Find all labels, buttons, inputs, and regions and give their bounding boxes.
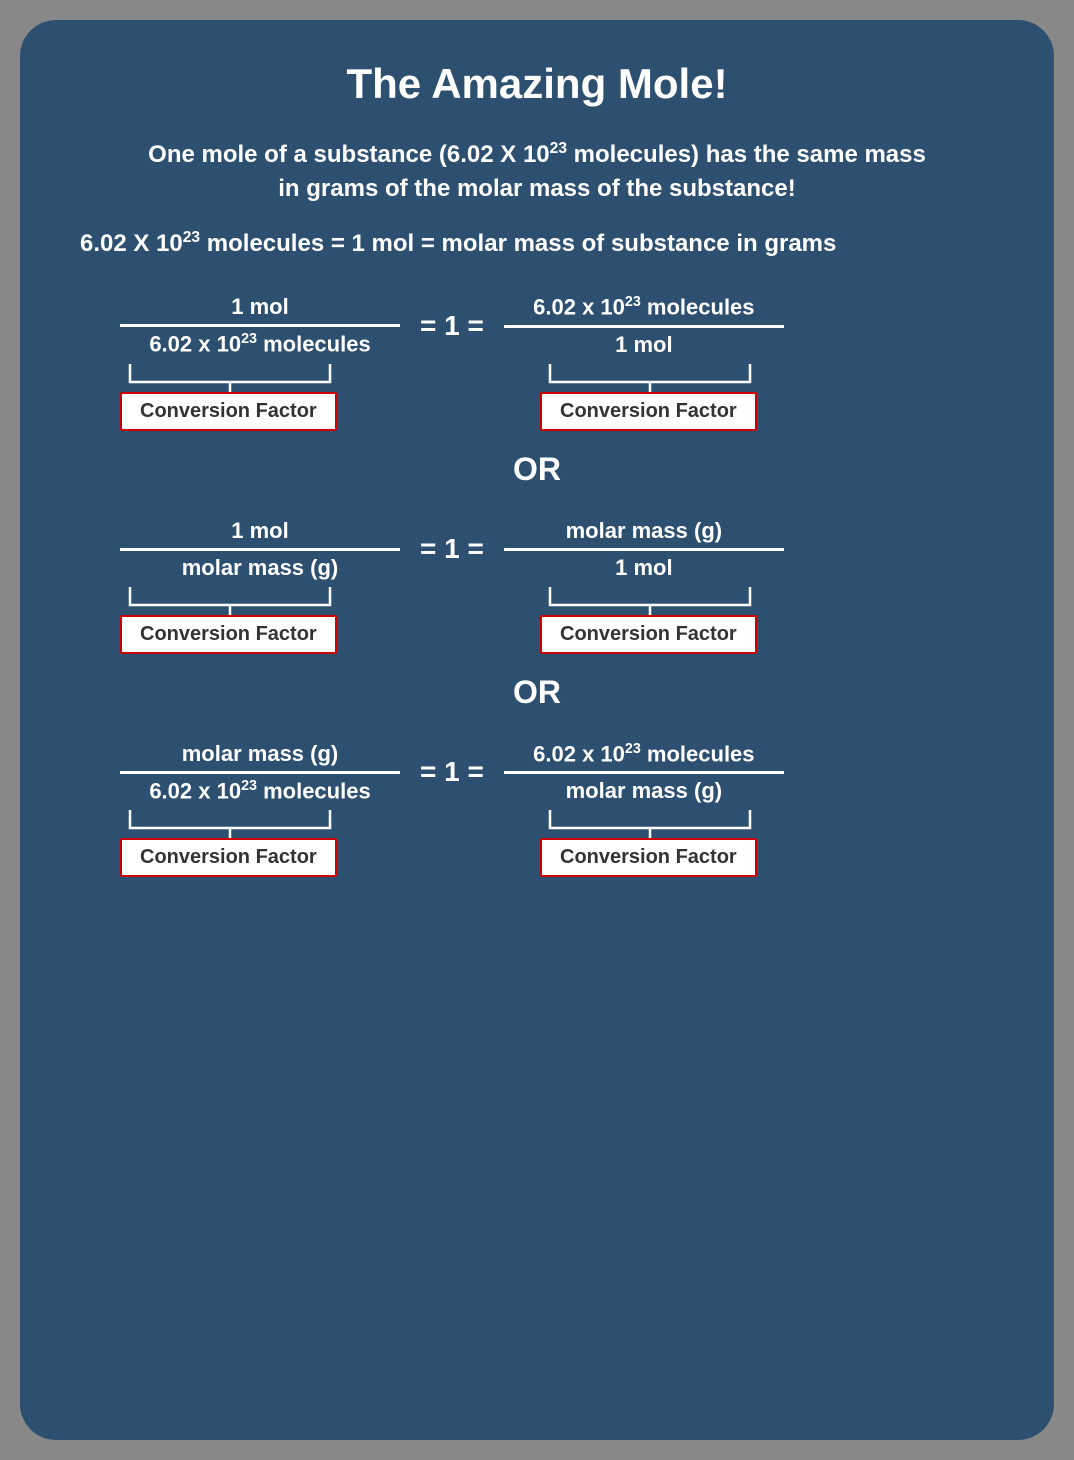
section-2: 1 mol molar mass (g) = 1 = molar mass (g… xyxy=(80,518,994,654)
equals-3: = 1 = xyxy=(420,756,484,788)
equals-1: = 1 = xyxy=(420,310,484,342)
frac1-right-num: 6.02 x 1023 molecules xyxy=(533,294,754,324)
below-item-left-1: Conversion Factor xyxy=(120,364,400,431)
frac3-left-den: 6.02 x 1023 molecules xyxy=(149,778,370,804)
or-divider-2: OR xyxy=(80,674,994,711)
bracket-left-3 xyxy=(120,810,340,838)
below-row-3: Conversion Factor Conversion Factor xyxy=(80,810,994,877)
section-3: molar mass (g) 6.02 x 1023 molecules = 1… xyxy=(80,741,994,877)
left-fraction-2: 1 mol molar mass (g) xyxy=(120,518,400,581)
frac3-right-line xyxy=(504,771,784,774)
frac2-left-num: 1 mol xyxy=(231,518,288,548)
below-item-left-3: Conversion Factor xyxy=(120,810,400,877)
right-fraction-2: molar mass (g) 1 mol xyxy=(504,518,784,581)
frac1-left-den: 6.02 x 1023 molecules xyxy=(149,331,370,357)
frac3-left-line xyxy=(120,771,400,774)
frac2-right-den: 1 mol xyxy=(615,555,672,581)
frac2-right-num: molar mass (g) xyxy=(566,518,723,548)
below-row-2: Conversion Factor Conversion Factor xyxy=(80,587,994,654)
frac1-left-num: 1 mol xyxy=(231,294,288,324)
frac1-right-den: 1 mol xyxy=(615,332,672,358)
conversion-box-1a: Conversion Factor xyxy=(120,392,337,431)
page: The Amazing Mole! One mole of a substanc… xyxy=(20,20,1054,1440)
intro-text: One mole of a substance (6.02 X 1023 mol… xyxy=(80,138,994,205)
frac2-left-den: molar mass (g) xyxy=(182,555,339,581)
bracket-right-3 xyxy=(540,810,760,838)
frac2-left-line xyxy=(120,548,400,551)
below-item-right-3: Conversion Factor xyxy=(540,810,820,877)
equals-2: = 1 = xyxy=(420,533,484,565)
frac1-right-line xyxy=(504,325,784,328)
left-fraction-3: molar mass (g) 6.02 x 1023 molecules xyxy=(120,741,400,804)
conversion-box-2b: Conversion Factor xyxy=(540,615,757,654)
below-item-right-1: Conversion Factor xyxy=(540,364,820,431)
fraction-pair-1: 1 mol 6.02 x 1023 molecules = 1 = 6.02 x… xyxy=(80,294,994,357)
equation-line: 6.02 X 1023 molecules = 1 mol = molar ma… xyxy=(80,229,994,258)
frac2-right-line xyxy=(504,548,784,551)
bracket-right-2 xyxy=(540,587,760,615)
below-item-left-2: Conversion Factor xyxy=(120,587,400,654)
conversion-box-3a: Conversion Factor xyxy=(120,838,337,877)
bracket-right-1 xyxy=(540,364,760,392)
fraction-pair-2: 1 mol molar mass (g) = 1 = molar mass (g… xyxy=(80,518,994,581)
conversion-box-3b: Conversion Factor xyxy=(540,838,757,877)
frac3-right-num: 6.02 x 1023 molecules xyxy=(533,741,754,771)
conversion-box-2a: Conversion Factor xyxy=(120,615,337,654)
frac1-left-line xyxy=(120,324,400,327)
below-item-right-2: Conversion Factor xyxy=(540,587,820,654)
section-1: 1 mol 6.02 x 1023 molecules = 1 = 6.02 x… xyxy=(80,294,994,430)
frac3-right-den: molar mass (g) xyxy=(566,778,723,804)
bracket-left-1 xyxy=(120,364,340,392)
left-fraction-1: 1 mol 6.02 x 1023 molecules xyxy=(120,294,400,357)
or-divider-1: OR xyxy=(80,451,994,488)
below-row-1: Conversion Factor Conversion Factor xyxy=(80,364,994,431)
fraction-pair-3: molar mass (g) 6.02 x 1023 molecules = 1… xyxy=(80,741,994,804)
right-fraction-1: 6.02 x 1023 molecules 1 mol xyxy=(504,294,784,357)
frac3-left-num: molar mass (g) xyxy=(182,741,339,771)
bracket-left-2 xyxy=(120,587,340,615)
right-fraction-3: 6.02 x 1023 molecules molar mass (g) xyxy=(504,741,784,804)
page-title: The Amazing Mole! xyxy=(80,60,994,108)
conversion-box-1b: Conversion Factor xyxy=(540,392,757,431)
